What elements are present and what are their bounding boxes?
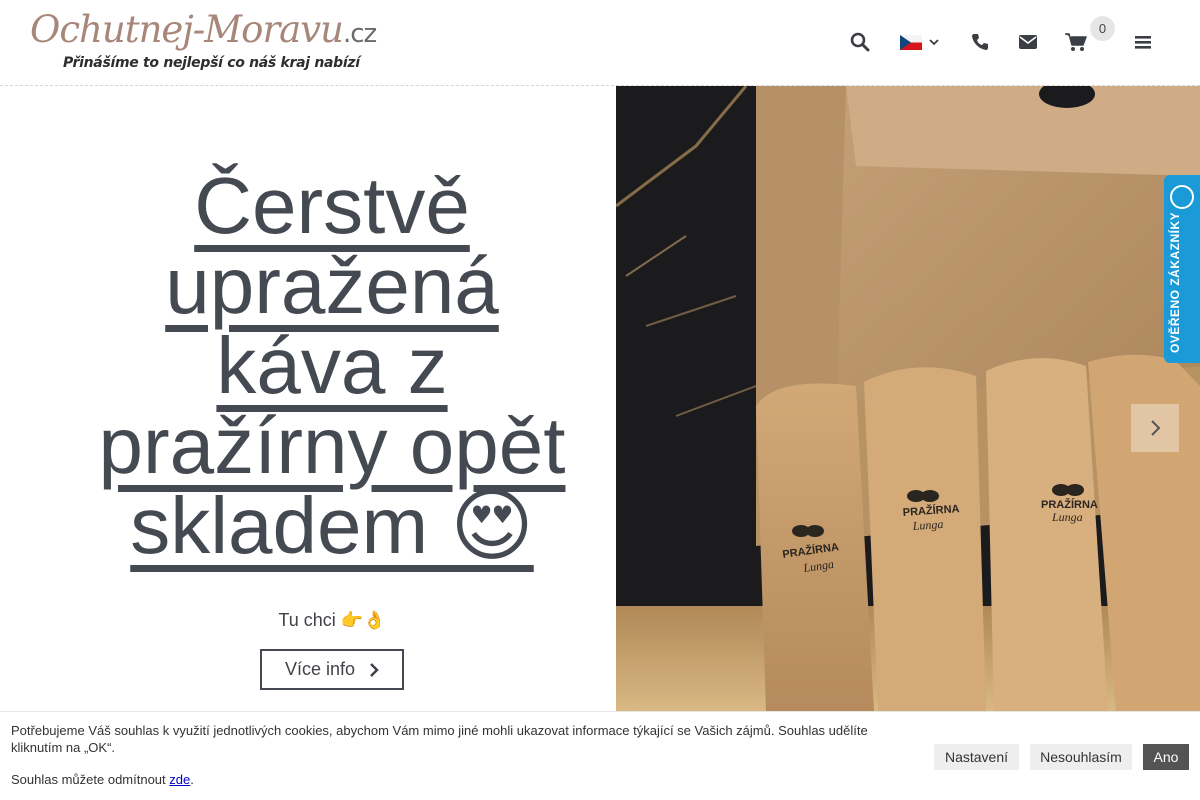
- hero-headline[interactable]: Čerstvě upražená káva z pražírny opět sk…: [40, 166, 624, 566]
- logo-tagline: Přinášíme to nejlepší co náš kraj nabízí: [63, 55, 360, 71]
- cookie-settings-button[interactable]: Nastavení: [934, 744, 1019, 770]
- cookie-consent-bar: Potřebujeme Váš souhlas k využití jednot…: [0, 711, 1200, 800]
- verified-badge-label: OVĚŘENO ZÁKAZNÍKY: [1168, 211, 1182, 353]
- hero-text-panel: Čerstvě upražená káva z pražírny opět sk…: [0, 86, 616, 711]
- cookie-revoke-prefix: Souhlas můžete odmítnout: [11, 772, 170, 787]
- chevron-right-icon: [370, 662, 379, 677]
- cookie-consent-text: Potřebujeme Váš souhlas k využití jednot…: [11, 723, 868, 755]
- czech-flag-icon: [900, 34, 922, 50]
- phone-icon[interactable]: [968, 30, 992, 54]
- logo-tld: .cz: [342, 19, 377, 49]
- menu-icon[interactable]: [1131, 30, 1155, 54]
- headline-line[interactable]: skladem 😍: [130, 481, 534, 570]
- coffee-bags-photo: PRAŽÍRNA PRAŽÍRNA PRAŽÍRNA Lunga Lunga L…: [616, 86, 1200, 711]
- headline-line[interactable]: pražírny opět: [99, 401, 566, 490]
- slider-next-button[interactable]: [1131, 404, 1179, 452]
- logo-name: Ochutnej-Moravu: [30, 8, 344, 51]
- bag-print: Lunga: [911, 517, 944, 533]
- bag-print: Lunga: [1051, 510, 1083, 524]
- verified-customers-badge[interactable]: OVĚŘENO ZÁKAZNÍKY: [1164, 175, 1200, 363]
- cookie-revoke-suffix: .: [190, 772, 194, 787]
- site-logo[interactable]: Ochutnej-Moravu.cz Přinášíme to nejlepší…: [30, 8, 377, 78]
- language-selector[interactable]: [900, 30, 942, 54]
- headline-line[interactable]: káva z: [216, 321, 447, 410]
- chevron-right-icon: [1151, 420, 1161, 436]
- chevron-down-icon: [929, 39, 939, 46]
- logo-wordmark: Ochutnej-Moravu.cz: [30, 8, 377, 51]
- cookie-revoke-text: Souhlas můžete odmítnout zde.: [11, 772, 194, 787]
- cart-icon[interactable]: [1064, 30, 1088, 54]
- more-info-button[interactable]: Více info: [260, 649, 404, 690]
- cart-count-badge: 0: [1090, 16, 1115, 41]
- cookie-revoke-link[interactable]: zde: [169, 772, 190, 787]
- search-icon[interactable]: [848, 30, 872, 54]
- headline-line[interactable]: upražená: [165, 241, 499, 330]
- cookie-accept-button[interactable]: Ano: [1143, 744, 1189, 770]
- hero-image: PRAŽÍRNA PRAŽÍRNA PRAŽÍRNA Lunga Lunga L…: [616, 86, 1200, 711]
- headline-line[interactable]: Čerstvě: [194, 161, 470, 250]
- hero-cta-text: Tu chci 👉👌: [278, 610, 386, 630]
- more-info-label: Více info: [284, 659, 356, 679]
- site-header: Ochutnej-Moravu.cz Přinášíme to nejlepší…: [0, 0, 1200, 86]
- cookie-decline-button[interactable]: Nesouhlasím: [1030, 744, 1132, 770]
- email-icon[interactable]: [1016, 30, 1040, 54]
